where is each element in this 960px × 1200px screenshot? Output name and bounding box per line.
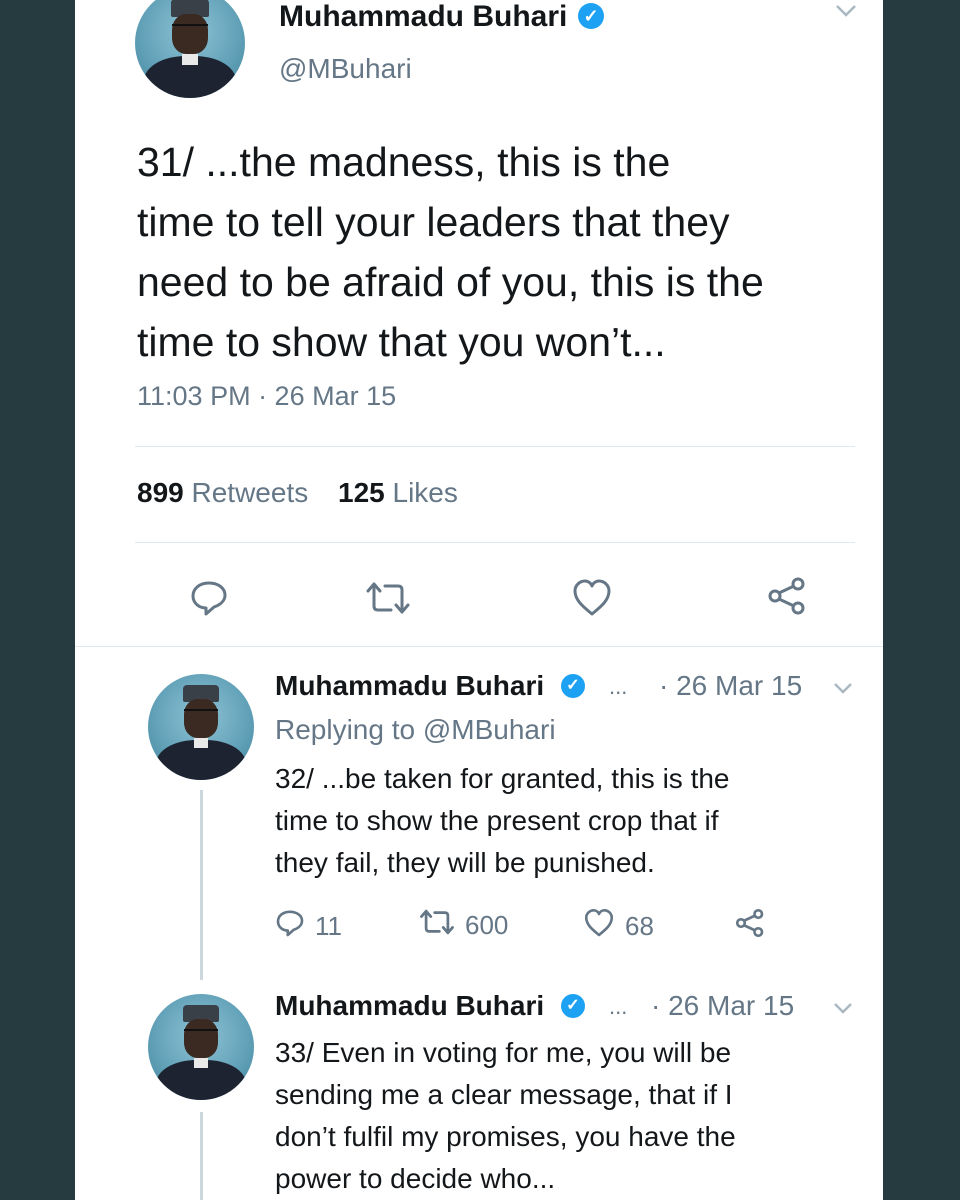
background-frame: Muhammadu Buhari ✓ @MBuhari 31/ ...the m…: [0, 0, 960, 1200]
reply-line-1: 32/ ...be taken for granted, this is the: [275, 763, 730, 794]
divider: [135, 446, 855, 447]
thread-connector-line: [200, 1112, 203, 1200]
main-tweet-author-name[interactable]: Muhammadu Buhari: [279, 0, 567, 34]
avatar-glasses: [184, 708, 218, 717]
avatar-glasses: [172, 24, 208, 33]
main-tweet-line-3: need to be afraid of you, this is the: [137, 259, 764, 305]
avatar[interactable]: [148, 674, 254, 780]
likes-count[interactable]: 125: [338, 477, 385, 508]
divider: [75, 646, 883, 647]
avatar-glasses: [184, 1028, 218, 1037]
reply-author-name[interactable]: Muhammadu Buhari: [275, 990, 544, 1022]
reply-share-action[interactable]: [735, 908, 765, 945]
like-icon[interactable]: [571, 578, 613, 623]
main-tweet-timestamp[interactable]: 11:03 PM · 26 Mar 15: [137, 381, 396, 412]
main-tweet-line-4: time to show that you won’t...: [137, 319, 666, 365]
engagement-stats: 899 Retweets 125 Likes: [137, 477, 458, 509]
avatar[interactable]: [135, 0, 245, 98]
avatar-collar: [193, 1057, 209, 1069]
chevron-down-icon[interactable]: [833, 682, 853, 700]
reply-line-1: 33/ Even in voting for me, you will be: [275, 1037, 732, 1068]
avatar[interactable]: [148, 994, 254, 1100]
main-tweet-line-1: 31/ ...the madness, this is the: [137, 139, 671, 185]
reply-ellipsis: ...: [609, 674, 628, 699]
chevron-down-icon[interactable]: [835, 4, 857, 23]
thread-connector-line: [200, 790, 203, 980]
retweet-icon[interactable]: [419, 908, 455, 943]
main-tweet-handle[interactable]: @MBuhari: [279, 53, 412, 85]
retweet-icon[interactable]: [365, 580, 411, 621]
retweets-count[interactable]: 899: [137, 477, 184, 508]
reply-reply-action[interactable]: 11: [275, 908, 342, 945]
avatar-collar: [193, 737, 209, 749]
reply-date[interactable]: · 26 Mar 15: [659, 670, 802, 702]
retweets-label[interactable]: Retweets: [192, 477, 309, 508]
divider: [135, 542, 855, 543]
reply-retweet-action[interactable]: 600: [419, 908, 508, 943]
reply-like-action[interactable]: 68: [583, 908, 654, 945]
reply-line-3: they fail, they will be punished.: [275, 847, 655, 878]
tweet-thread-card: Muhammadu Buhari ✓ @MBuhari 31/ ...the m…: [75, 0, 883, 1200]
reply-tweet-text: 32/ ...be taken for granted, this is the…: [275, 758, 875, 884]
avatar-face: [184, 699, 218, 738]
avatar-face: [184, 1019, 218, 1058]
share-icon[interactable]: [767, 576, 807, 621]
reply-ellipsis: ...: [609, 994, 628, 1019]
reply-date[interactable]: · 26 Mar 15: [651, 990, 794, 1022]
reply-author-name[interactable]: Muhammadu Buhari: [275, 670, 544, 702]
reply-line-2: time to show the present crop that if: [275, 805, 719, 836]
share-icon[interactable]: [735, 908, 765, 945]
main-tweet-text: 31/ ...the madness, this is the time to …: [137, 132, 877, 372]
like-icon[interactable]: [583, 908, 615, 945]
like-count: 68: [625, 911, 654, 941]
main-tweet-line-2: time to tell your leaders that they: [137, 199, 730, 245]
reply-line-4: power to decide who...: [275, 1163, 556, 1194]
reply-line-3: don’t fulfil my promises, you have the: [275, 1121, 736, 1152]
retweet-count: 600: [465, 910, 509, 940]
reply-icon[interactable]: [189, 578, 229, 623]
verified-badge-icon: ✓: [578, 3, 604, 29]
avatar-collar: [182, 54, 198, 65]
reply-line-2: sending me a clear message, that if I: [275, 1079, 733, 1110]
reply-icon[interactable]: [275, 908, 305, 945]
reply-tweet-text: 33/ Even in voting for me, you will be s…: [275, 1032, 875, 1200]
likes-label[interactable]: Likes: [393, 477, 458, 508]
replying-to-label[interactable]: Replying to @MBuhari: [275, 714, 556, 746]
avatar-face: [172, 14, 208, 54]
chevron-down-icon[interactable]: [833, 1002, 853, 1020]
verified-badge-icon: ✓: [561, 994, 585, 1018]
reply-count: 11: [315, 911, 342, 941]
verified-badge-icon: ✓: [561, 674, 585, 698]
